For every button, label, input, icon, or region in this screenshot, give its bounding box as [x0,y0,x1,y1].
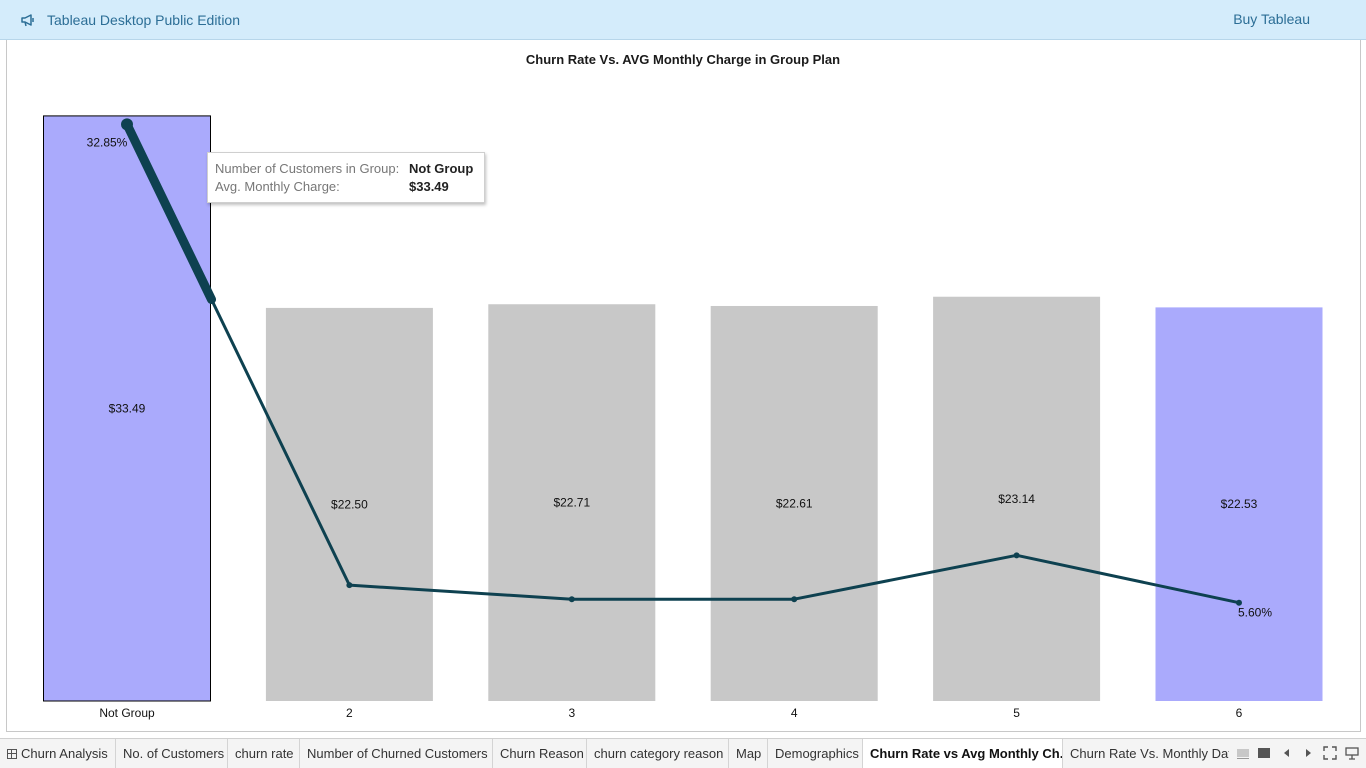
churn-rate-point [1013,552,1020,559]
tab-churn-rate-vs-monthly-data[interactable]: Churn Rate Vs. Monthly Dat [1063,739,1229,768]
churn-rate-label: 5.60% [1238,606,1272,620]
tooltip-row1-label: Number of Customers in Group: [215,161,400,176]
prev-sheet-icon[interactable] [1280,746,1294,760]
x-tick-label: 4 [791,706,798,720]
x-tick-label: 2 [346,706,353,720]
tab-map[interactable]: Map [729,739,768,768]
bar-value-label: $22.50 [331,497,368,511]
churn-rate-point [346,582,353,589]
tab-churn-rate-vs-avg-monthly-charge[interactable]: Churn Rate vs Avg Monthly Ch... [863,739,1063,768]
churn-rate-point [121,118,133,131]
churn-rate-point [568,596,575,603]
fullscreen-icon[interactable] [1323,746,1337,760]
churn-rate-label: 32.85% [87,135,128,149]
tab-label: Map [736,746,762,761]
x-tick-label: Not Group [99,706,155,720]
tab-churn-reason[interactable]: Churn Reason [493,739,587,768]
tab-churn-category-reason[interactable]: churn category reason [587,739,729,768]
bar-value-label: $23.14 [998,492,1035,506]
tab-label: Churn Reason [500,746,584,761]
presentation-icon[interactable] [1345,746,1359,760]
grid-icon [7,749,17,759]
x-tick-label: 5 [1013,706,1020,720]
bar-value-label: $22.61 [776,496,813,510]
chart-tooltip: Number of Customers in Group: Not Group … [207,152,485,203]
tab-no-of-customers[interactable]: No. of Customers [116,739,228,768]
tab-label: churn category reason [594,746,724,761]
tab-churn-rate[interactable]: churn rate [228,739,300,768]
tab-label: Churn Rate Vs. Monthly Dat [1070,746,1229,761]
tab-demographics[interactable]: Demographics [768,739,863,768]
tab-label: churn rate [235,746,294,761]
tooltip-row2-label: Avg. Monthly Charge: [215,179,340,194]
tab-label: Demographics [775,746,859,761]
tooltip-row2-value: $33.49 [409,179,449,194]
tab-label: Number of Churned Customers [307,746,488,761]
tab-number-of-churned-customers[interactable]: Number of Churned Customers [300,739,493,768]
sheet-view-icon[interactable] [1257,746,1271,760]
tab-label: Churn Rate vs Avg Monthly Ch... [870,746,1063,761]
x-tick-label: 3 [568,706,575,720]
chart-canvas: $33.49 Not Group $22.50 2 $22.71 3 $22.61 4 $23.… [43,115,1323,720]
bar-value-label: $22.53 [1221,497,1258,511]
sheet-tab-bar: Churn Analysis No. of Customers churn ra… [0,738,1366,768]
churn-rate-point [791,596,798,603]
next-sheet-icon[interactable] [1301,746,1315,760]
tab-label: Churn Analysis [21,746,108,761]
bar-value-label: $33.49 [109,401,146,415]
filmstrip-view-icon[interactable] [1236,746,1250,760]
x-tick-label: 6 [1236,706,1243,720]
bar-value-label: $22.71 [553,496,590,510]
tab-churn-analysis[interactable]: Churn Analysis [0,739,116,768]
tab-label: No. of Customers [123,746,225,761]
tooltip-row1-value: Not Group [409,161,474,176]
